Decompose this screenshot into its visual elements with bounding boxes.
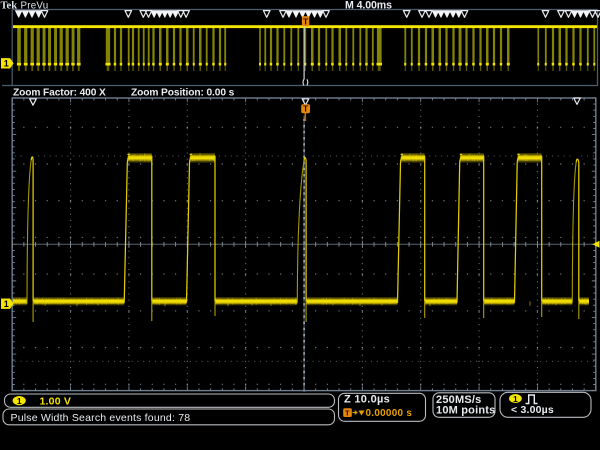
svg-text:T: T	[303, 17, 309, 27]
svg-text:1: 1	[513, 394, 518, 404]
svg-text:M 4.00ms: M 4.00ms	[345, 0, 392, 12]
svg-text:1: 1	[4, 299, 9, 309]
svg-text:Zoom Factor: 400 X: Zoom Factor: 400 X	[13, 88, 106, 99]
svg-text:PreVu: PreVu	[21, 0, 49, 11]
svg-text:Z 10.0µs: Z 10.0µs	[344, 394, 390, 406]
svg-text:10M points: 10M points	[436, 405, 495, 417]
svg-text:1: 1	[4, 59, 9, 69]
svg-text:Pulse Width Search events foun: Pulse Width Search events found: 78	[11, 412, 191, 424]
svg-text:< 3.00µs: < 3.00µs	[511, 404, 554, 416]
svg-text:Zoom Position: 0.00 s: Zoom Position: 0.00 s	[131, 88, 235, 99]
svg-text:Tek: Tek	[1, 0, 18, 11]
svg-text:1.00 V: 1.00 V	[40, 395, 72, 407]
svg-text:T: T	[345, 409, 350, 418]
svg-text:1: 1	[17, 396, 22, 406]
svg-text:T: T	[303, 104, 309, 114]
svg-text:0.00000 s: 0.00000 s	[366, 408, 413, 419]
